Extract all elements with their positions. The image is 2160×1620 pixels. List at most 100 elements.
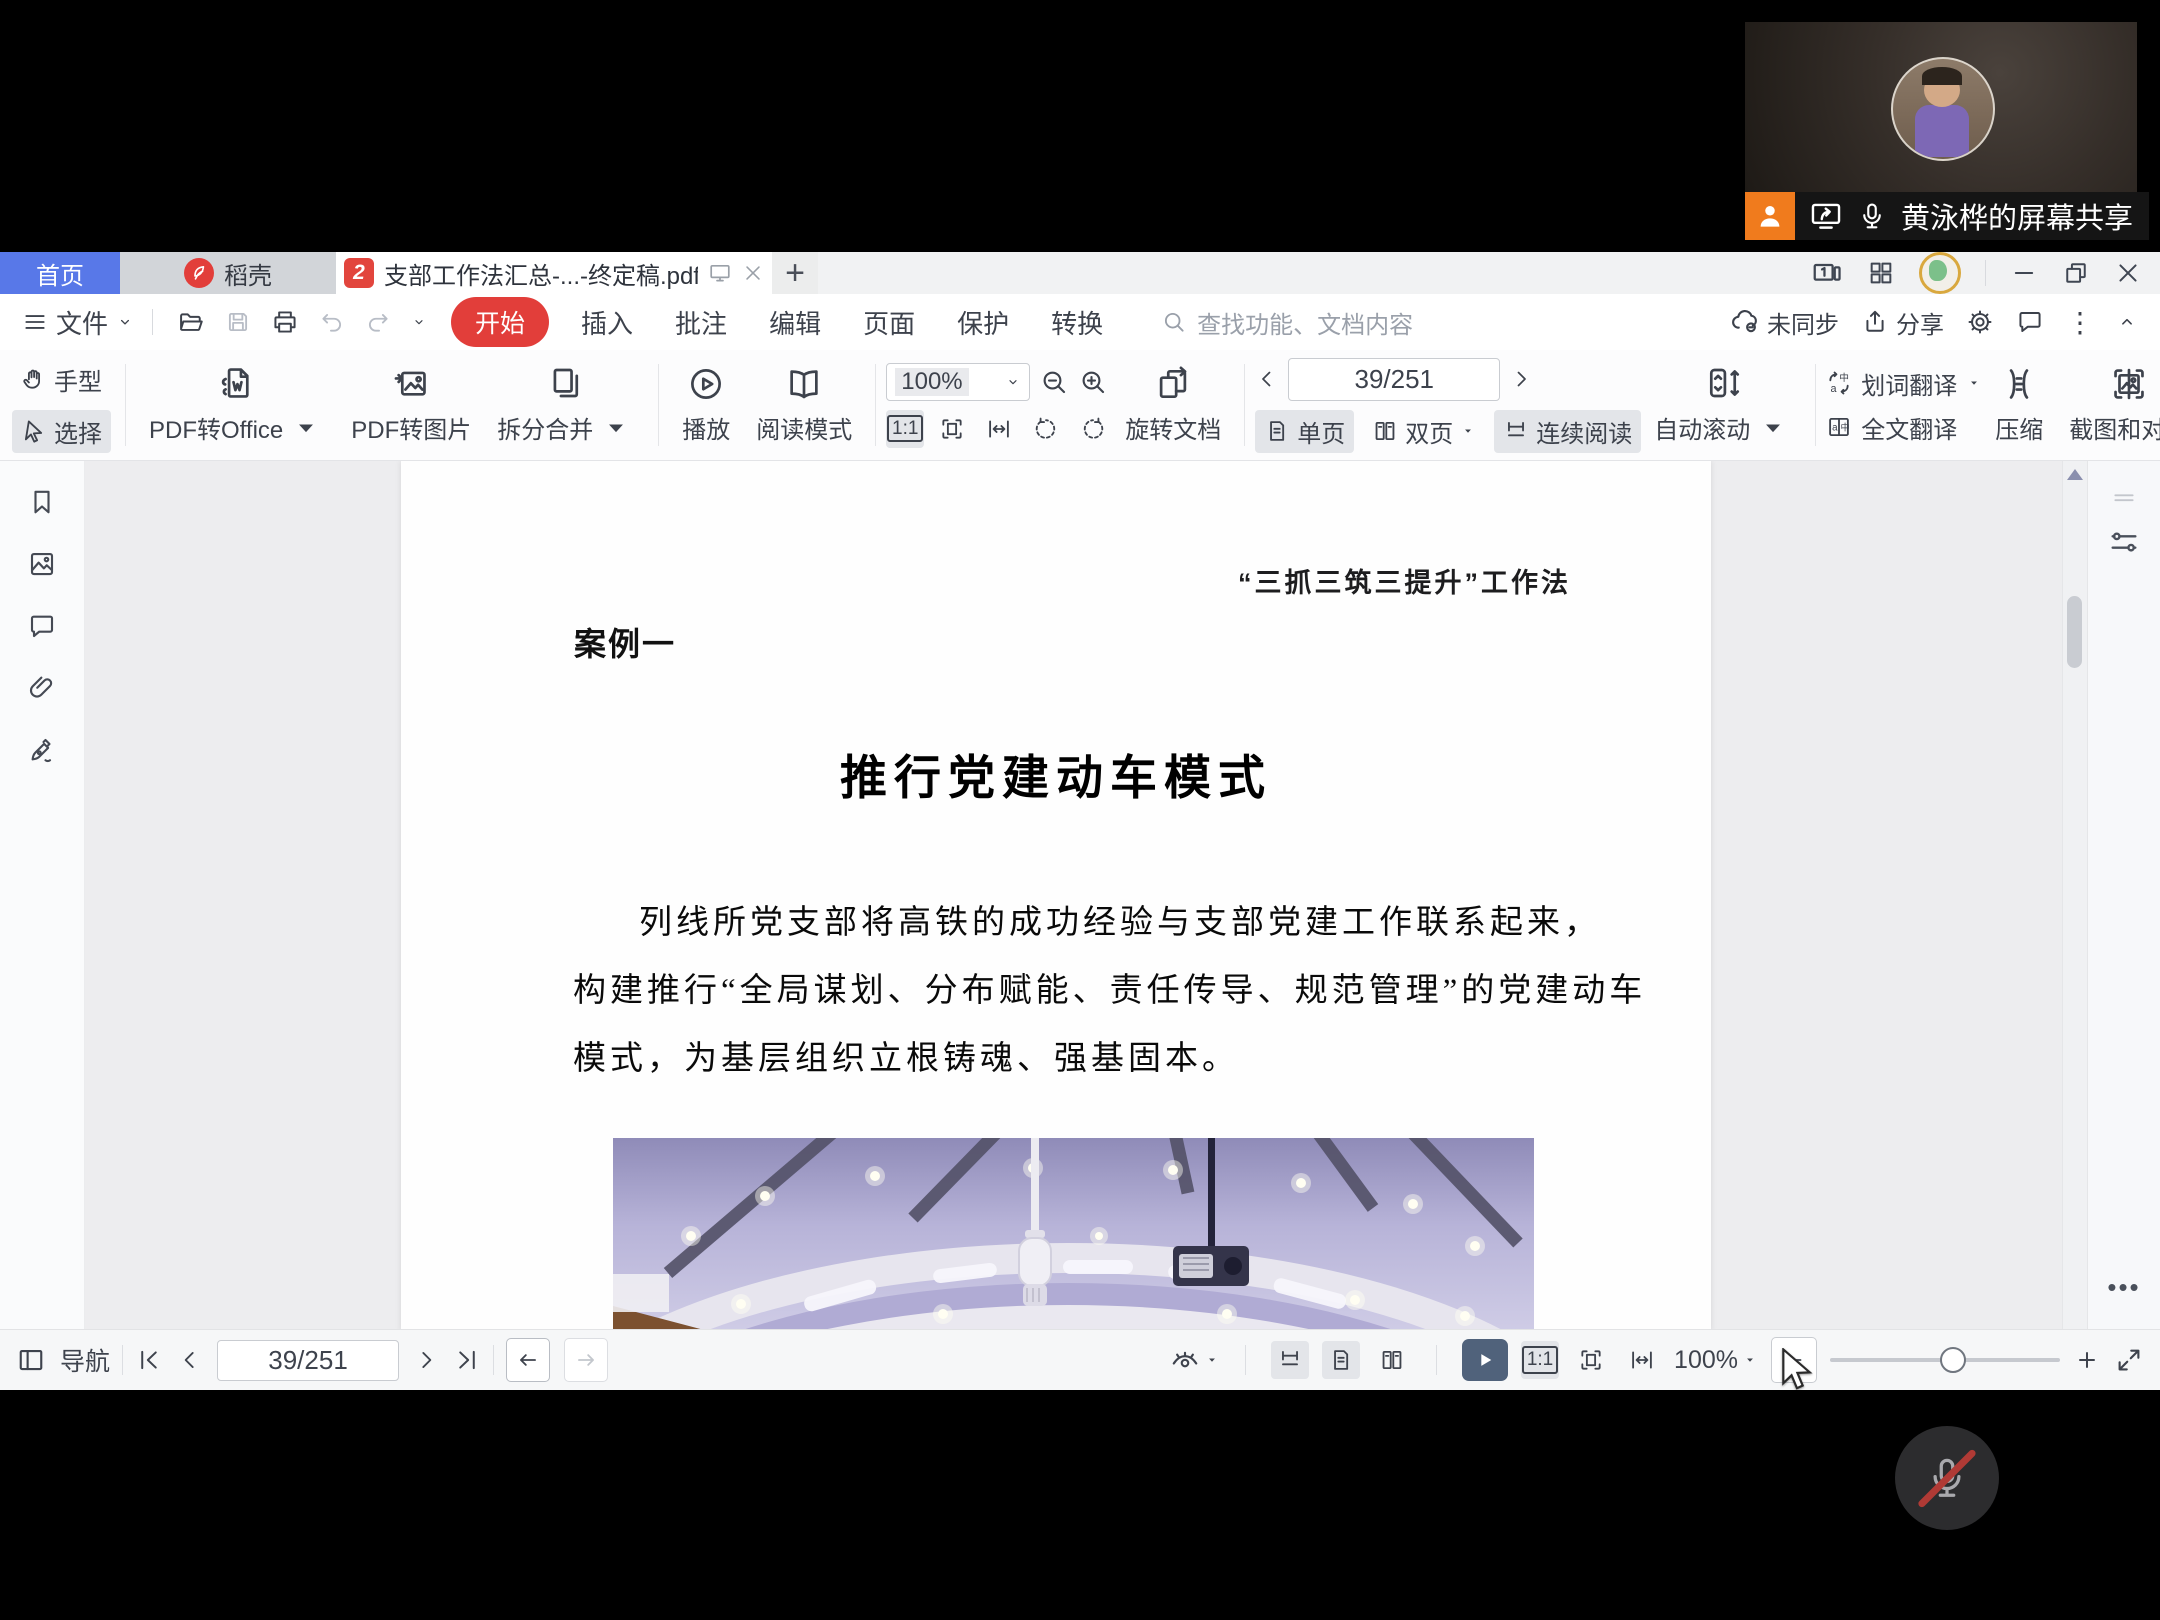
file-menu[interactable]: 文件 [22, 304, 134, 341]
fit-width-button[interactable] [980, 410, 1018, 448]
screenshot-compare-button[interactable]: 截图和对比 [2056, 350, 2160, 460]
document-canvas[interactable]: “三抓三筑三提升”工作法 案例一 推行党建动车模式 列线所党支部将高铁的成功经验… [85, 461, 2087, 1329]
compress-button[interactable]: 压缩 [1982, 350, 2056, 460]
attachments-panel-icon[interactable] [27, 673, 57, 703]
redo-icon[interactable] [365, 309, 391, 335]
menu-item-protect[interactable]: 保护 [957, 304, 1009, 341]
fullscreen-icon[interactable] [2114, 1345, 2144, 1375]
prev-page-icon[interactable] [1255, 367, 1279, 391]
signature-panel-icon[interactable] [27, 735, 57, 765]
share-button[interactable]: 分享 [1861, 305, 1944, 340]
pdf-page[interactable]: “三抓三筑三提升”工作法 案例一 推行党建动车模式 列线所党支部将高铁的成功经验… [401, 461, 1711, 1329]
zoom-level-select[interactable]: 100% [1674, 1346, 1758, 1375]
save-icon[interactable] [225, 309, 251, 335]
zoom-slider[interactable] [1830, 1358, 2060, 1362]
continuous-read-toggle[interactable] [1271, 1341, 1309, 1379]
menu-item-convert[interactable]: 转换 [1051, 304, 1103, 341]
prev-page-icon[interactable] [177, 1347, 203, 1373]
pdf-to-office-button[interactable]: PDF转Office [136, 350, 338, 460]
actual-size-button[interactable]: 1:1 [886, 410, 924, 448]
play-button[interactable] [1462, 1339, 1508, 1381]
hand-tool-button[interactable]: 手型 [12, 358, 111, 401]
rail-more-button[interactable]: ••• [2107, 1272, 2140, 1303]
collapse-ribbon-icon[interactable] [2116, 311, 2138, 333]
sync-status[interactable]: 未同步 [1730, 305, 1839, 340]
mic-muted-button[interactable] [1895, 1426, 1999, 1530]
adjust-sliders-icon[interactable] [2107, 525, 2141, 559]
scroll-up-arrow[interactable] [2067, 469, 2083, 480]
scrollbar-thumb[interactable] [2067, 596, 2082, 668]
menu-item-edit[interactable]: 编辑 [769, 304, 821, 341]
zoom-select[interactable]: 100% [886, 363, 1030, 401]
pdf-to-image-button[interactable]: PDF转图片 [338, 350, 484, 460]
more-kebab-icon[interactable]: ⋮ [2066, 306, 2094, 339]
eye-protect-button[interactable] [1170, 1345, 1220, 1375]
double-page-button[interactable]: 双页 [1363, 410, 1485, 453]
paragraph-line: 模式，为基层组织立根铸魂、强基固本。 [573, 1025, 1563, 1093]
rotate-ccw-icon [1033, 416, 1059, 442]
rotate-ccw-button[interactable] [1027, 410, 1065, 448]
split-merge-button[interactable]: 拆分合并 [484, 350, 648, 460]
fit-page-toggle[interactable] [1572, 1341, 1610, 1379]
menu-item-start[interactable]: 开始 [451, 297, 549, 347]
menu-item-page[interactable]: 页面 [863, 304, 915, 341]
device-switch-icon[interactable] [1811, 257, 1843, 289]
rail-drag-handle[interactable] [2106, 485, 2142, 511]
single-page-button[interactable]: 单页 [1255, 410, 1354, 453]
presenter-icon [1745, 192, 1795, 240]
history-forward-button[interactable] [564, 1338, 608, 1382]
page-indicator-input[interactable]: 39/251 [1288, 358, 1500, 401]
play-slideshow-button[interactable]: 播放 [669, 350, 743, 460]
select-tool-button[interactable]: 选择 [12, 410, 111, 453]
zoom-out-icon[interactable] [1039, 367, 1069, 397]
single-page-toggle[interactable] [1322, 1341, 1360, 1379]
quickbar-more-icon[interactable] [411, 314, 427, 330]
present-mode-icon[interactable] [708, 261, 732, 285]
page-indicator-input[interactable]: 39/251 [217, 1340, 399, 1381]
thumbnails-panel-icon[interactable] [27, 549, 57, 579]
menu-item-insert[interactable]: 插入 [581, 304, 633, 341]
tab-home[interactable]: 首页 [0, 252, 120, 294]
auto-scroll-button[interactable]: 自动滚动 [1641, 350, 1805, 460]
last-page-icon[interactable] [453, 1346, 481, 1374]
zoom-in-icon[interactable] [1078, 367, 1108, 397]
read-mode-button[interactable]: 阅读模式 [743, 350, 865, 460]
nav-panel-toggle[interactable]: 导航 [16, 1342, 110, 1378]
feedback-icon[interactable] [2016, 308, 2044, 336]
workspace-grid-icon[interactable] [1867, 259, 1895, 287]
comments-panel-icon[interactable] [27, 611, 57, 641]
restore-icon[interactable] [2062, 259, 2090, 287]
double-page-toggle[interactable] [1373, 1341, 1411, 1379]
tab-document[interactable]: 2 支部工作法汇总-...-终定稿.pdf [336, 252, 772, 294]
word-translate-button[interactable]: 划词翻译 [1826, 366, 1982, 401]
settings-gear-icon[interactable] [1966, 308, 1994, 336]
tab-docer[interactable]: 稻壳 [120, 252, 336, 294]
bookmarks-panel-icon[interactable] [27, 487, 57, 517]
close-tab-icon[interactable] [742, 262, 764, 284]
next-page-icon[interactable] [413, 1347, 439, 1373]
fit-width-toggle[interactable] [1623, 1341, 1661, 1379]
full-translate-button[interactable]: 全文翻译 [1826, 410, 1982, 445]
first-page-icon[interactable] [135, 1346, 163, 1374]
zoom-in-button[interactable] [2073, 1346, 2101, 1374]
vertical-scrollbar[interactable] [2062, 461, 2087, 1329]
menu-item-annotate[interactable]: 批注 [675, 304, 727, 341]
new-tab-button[interactable]: + [772, 252, 818, 294]
account-avatar[interactable] [1919, 252, 1961, 294]
actual-size-toggle[interactable]: 1:1 [1521, 1341, 1559, 1379]
next-page-icon[interactable] [1509, 367, 1533, 391]
rotate-cw-button[interactable] [1074, 410, 1112, 448]
minimize-icon[interactable] [2010, 259, 2038, 287]
close-window-icon[interactable] [2114, 259, 2142, 287]
print-icon[interactable] [271, 308, 299, 336]
history-back-button[interactable] [506, 1338, 550, 1382]
caret-down-icon [1204, 1352, 1220, 1368]
open-file-icon[interactable] [177, 308, 205, 336]
fit-page-button[interactable] [933, 410, 971, 448]
zoom-slider-knob[interactable] [1940, 1347, 1966, 1373]
undo-icon[interactable] [319, 309, 345, 335]
search-box[interactable]: 查找功能、文档内容 [1161, 305, 1413, 340]
continuous-read-button[interactable]: 连续阅读 [1494, 410, 1641, 453]
rotate-document-button[interactable]: 旋转文档 [1112, 350, 1234, 460]
caret-down-icon [1460, 423, 1476, 439]
